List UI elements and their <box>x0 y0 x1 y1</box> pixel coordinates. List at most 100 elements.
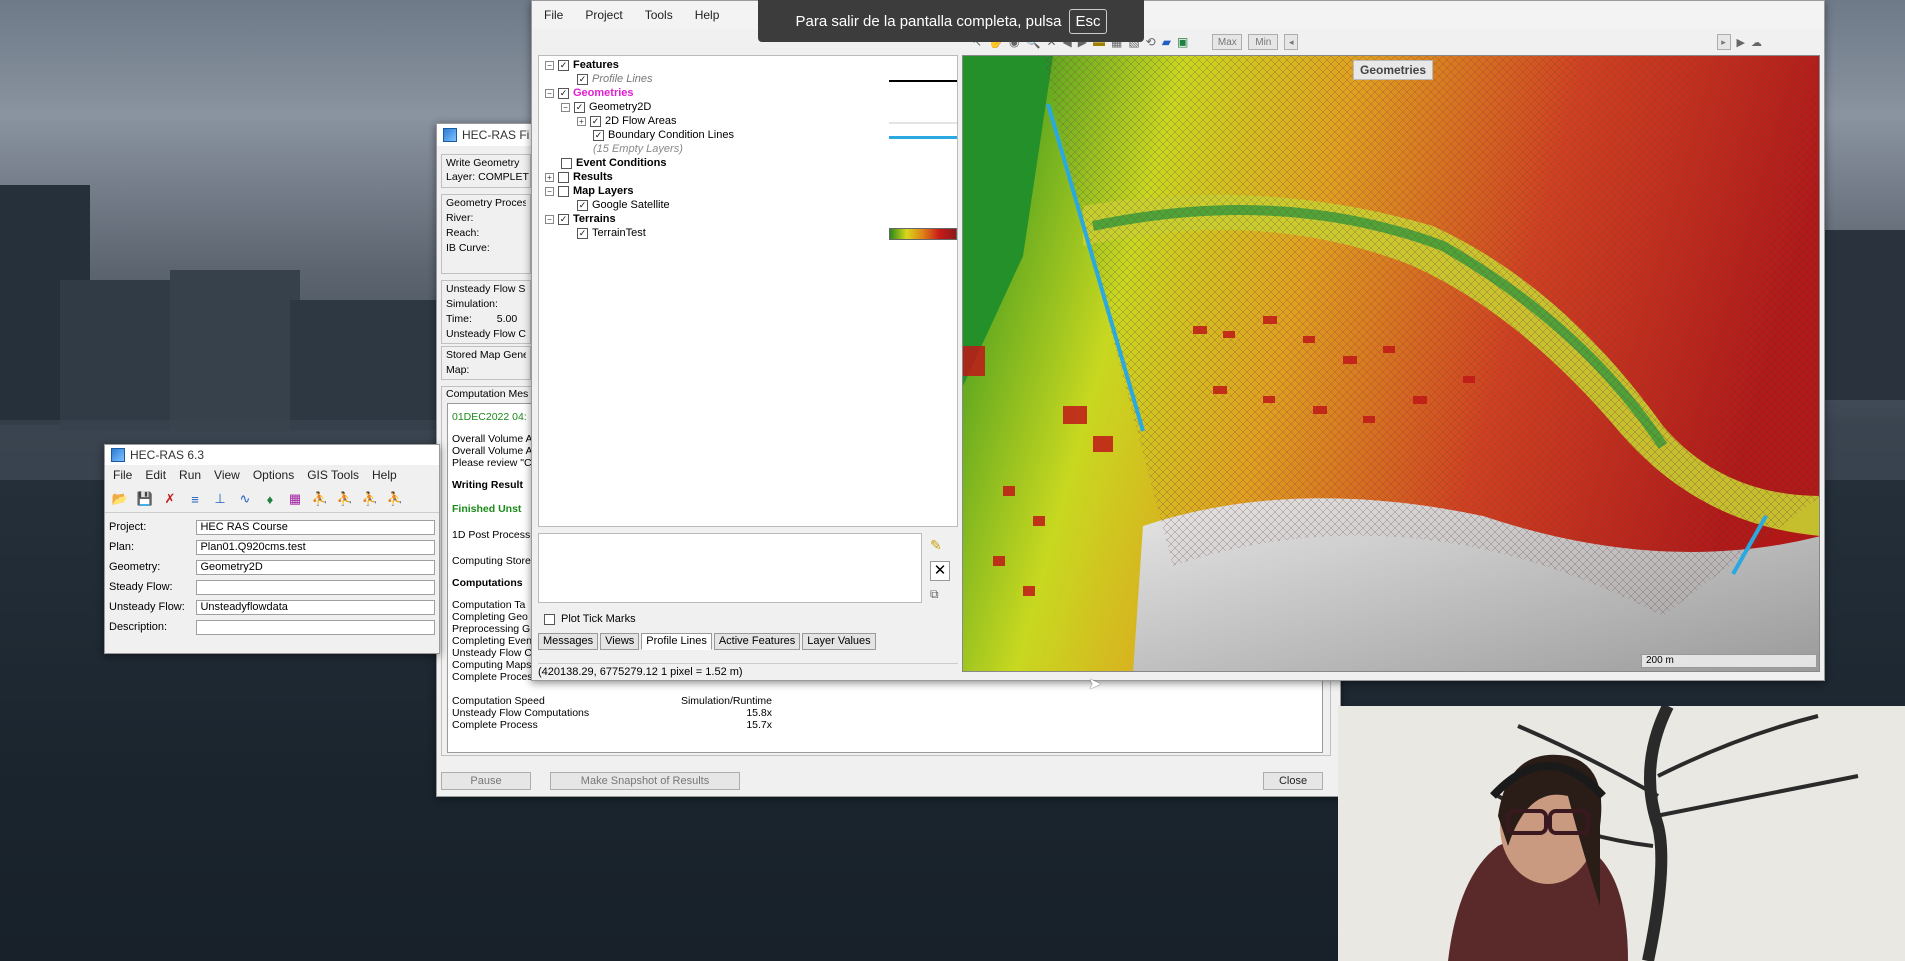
unsteady-flow-icon[interactable]: ⊥ <box>209 488 231 510</box>
plot-tick-marks-checkbox[interactable] <box>544 613 555 625</box>
open-folder-icon[interactable]: 📂 <box>109 488 131 510</box>
tab-views[interactable]: Views <box>600 633 640 650</box>
panel-tabs: Messages Views Profile Lines Active Feat… <box>538 633 876 650</box>
mapper-menu-project[interactable]: Project <box>585 8 622 22</box>
menu-view[interactable]: View <box>214 468 240 482</box>
collapse-icon[interactable]: − <box>561 102 570 112</box>
project-field[interactable]: HEC RAS Course <box>196 519 435 535</box>
tree-geometries-row[interactable]: − ✓ Geometries <box>545 86 634 100</box>
plan-field[interactable]: Plan01.Q920cms.test <box>196 539 435 555</box>
checkbox-icon[interactable]: ✓ <box>577 73 588 85</box>
hecras-app-icon <box>111 448 125 462</box>
checkbox-icon[interactable]: ✓ <box>558 213 569 225</box>
pause-button[interactable]: Pause <box>441 772 531 790</box>
animate-icon[interactable]: ☁ <box>1751 36 1762 49</box>
expand-icon[interactable]: + <box>577 116 586 126</box>
checkbox-icon[interactable]: ✓ <box>574 101 585 113</box>
reach-label: Reach: <box>446 227 480 239</box>
close-button[interactable]: Close <box>1263 772 1323 790</box>
tab-layer-values[interactable]: Layer Values <box>802 633 876 650</box>
rating-curve-icon[interactable]: ⛹ <box>359 488 381 510</box>
menu-gis-tools[interactable]: GIS Tools <box>307 468 359 482</box>
description-label: Description: <box>109 621 168 633</box>
tab-profile-lines[interactable]: Profile Lines <box>641 633 712 650</box>
save-icon[interactable]: 💾 <box>134 488 156 510</box>
hecras-title: HEC-RAS 6.3 <box>130 448 205 462</box>
menu-file[interactable]: File <box>113 468 132 482</box>
tree-geometry2d-row[interactable]: − ✓ Geometry2D <box>561 100 651 114</box>
pencil-icon[interactable]: ✎ <box>930 537 950 557</box>
expand-icon[interactable]: + <box>545 172 554 182</box>
ras-mapper-icon[interactable]: ▦ <box>284 488 306 510</box>
tree-features-label: Features <box>573 59 619 71</box>
collapse-icon[interactable]: − <box>545 88 554 98</box>
computation-title: HEC-RAS Fi <box>462 128 530 142</box>
steady-flow-icon[interactable]: ≡ <box>184 488 206 510</box>
tree-map-layers-row[interactable]: − Map Layers <box>545 184 634 198</box>
xyz-plot-icon[interactable]: ⛹ <box>384 488 406 510</box>
sediment-icon[interactable]: ∿ <box>234 488 256 510</box>
geometry-field[interactable]: Geometry2D <box>196 559 435 575</box>
collapse-icon[interactable]: − <box>545 186 554 196</box>
next-step-button[interactable]: ▸ <box>1716 34 1731 50</box>
profile-lines-list[interactable] <box>538 533 922 603</box>
prev-step-button[interactable]: ◂ <box>1284 34 1299 50</box>
collapse-icon[interactable]: − <box>545 214 554 224</box>
tree-google-satellite-row[interactable]: ✓ Google Satellite <box>577 198 670 212</box>
refresh-icon[interactable]: ⟲ <box>1146 35 1156 49</box>
checkbox-icon[interactable]: ✓ <box>577 227 588 239</box>
menu-edit[interactable]: Edit <box>145 468 166 482</box>
checkbox-icon[interactable]: ✓ <box>593 129 604 141</box>
steady-flow-field[interactable] <box>196 579 435 595</box>
tree-profile-lines-row[interactable]: ✓ Profile Lines <box>577 72 653 86</box>
tab-messages[interactable]: Messages <box>538 633 599 650</box>
tab-active-features[interactable]: Active Features <box>713 633 801 650</box>
tree-features-row[interactable]: − ✓ Features <box>545 58 619 72</box>
export-icon[interactable]: ⧉ <box>930 587 950 605</box>
delete-icon[interactable]: ✕ <box>930 561 950 581</box>
hecras-menu-bar: File Edit Run View Options GIS Tools Hel… <box>105 465 439 485</box>
tree-flow-areas-row[interactable]: + ✓ 2D Flow Areas <box>577 114 677 128</box>
checkbox-icon[interactable] <box>558 171 569 183</box>
play-icon[interactable]: ▶ <box>1737 36 1745 49</box>
tree-bc-lines-row[interactable]: ✓ Boundary Condition Lines <box>593 128 734 142</box>
max-button[interactable]: Max <box>1212 34 1243 50</box>
profile-plot-icon[interactable]: ⛹ <box>334 488 356 510</box>
map-view[interactable]: Geometries 200 m <box>962 55 1820 672</box>
menu-help[interactable]: Help <box>372 468 397 482</box>
unsteady-flow-field[interactable]: Unsteadyflowdata <box>196 599 435 615</box>
unsteady-flow-c-label: Unsteady Flow C <box>446 328 526 340</box>
tree-terrain-test-row[interactable]: ✓ TerrainTest <box>577 226 646 240</box>
mapper-menu-tools[interactable]: Tools <box>645 8 673 22</box>
checkbox-icon[interactable]: ✓ <box>558 87 569 99</box>
checkbox-icon[interactable]: ✓ <box>558 59 569 71</box>
description-field[interactable] <box>196 619 435 635</box>
checkbox-icon[interactable]: ✓ <box>577 199 588 211</box>
make-snapshot-button[interactable]: Make Snapshot of Results <box>550 772 740 790</box>
compute-icon[interactable]: ♦ <box>259 488 281 510</box>
mapper-menu-help[interactable]: Help <box>695 8 720 22</box>
tree-flow-areas-label: 2D Flow Areas <box>605 115 677 127</box>
menu-options[interactable]: Options <box>253 468 294 482</box>
menu-run[interactable]: Run <box>179 468 201 482</box>
cross-section-plot-icon[interactable]: ⛹ <box>309 488 331 510</box>
tree-terrains-label: Terrains <box>573 213 616 225</box>
checkbox-icon[interactable] <box>558 185 569 197</box>
tree-profile-lines-label: Profile Lines <box>592 73 653 85</box>
hecras-title-bar: HEC-RAS 6.3 <box>105 445 439 465</box>
collapse-icon[interactable]: − <box>545 60 554 70</box>
tree-empty-layers-row[interactable]: (15 Empty Layers) <box>593 142 683 156</box>
profile-lines-panel: ✎ ✕ ⧉ Plot Tick Marks <box>538 531 958 631</box>
log-speed-label: Computation Speed <box>452 695 545 707</box>
tree-terrains-row[interactable]: − ✓ Terrains <box>545 212 616 226</box>
tree-event-conditions-row[interactable]: Event Conditions <box>561 156 666 170</box>
layer-icon-4[interactable]: ▰ <box>1162 35 1171 49</box>
mapper-menu-file[interactable]: File <box>544 8 563 22</box>
checkbox-icon[interactable] <box>561 157 572 169</box>
tree-results-row[interactable]: + Results <box>545 170 613 184</box>
geometry-editor-icon[interactable]: ✗ <box>159 488 181 510</box>
min-button[interactable]: Min <box>1248 34 1279 50</box>
tree-empty-layers-label: (15 Empty Layers) <box>593 143 683 155</box>
layer-icon-5[interactable]: ▣ <box>1177 35 1188 49</box>
checkbox-icon[interactable]: ✓ <box>590 115 601 127</box>
